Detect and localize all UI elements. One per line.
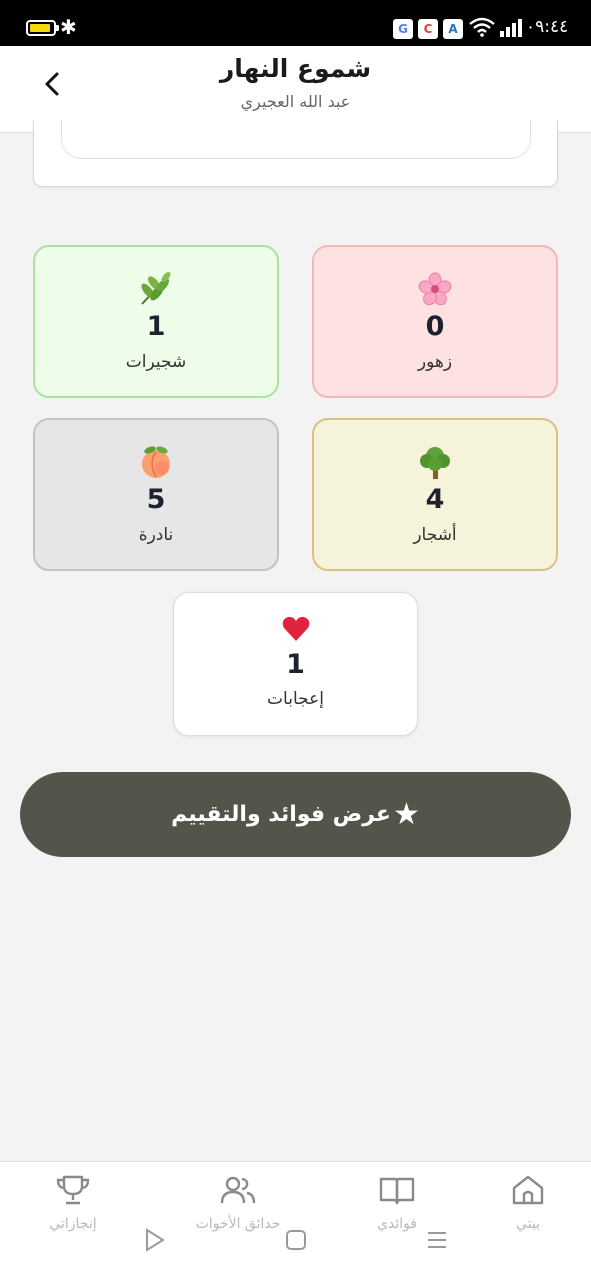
cherry-blossom-icon — [314, 271, 556, 307]
benefits-button-label: عرض فوائد والتقييم — [171, 802, 391, 827]
nav-item-achievements[interactable]: إنجازاتي — [13, 1172, 133, 1232]
peach-icon — [35, 444, 277, 480]
system-back-icon[interactable] — [144, 1228, 166, 1252]
shrubs-label: شجيرات — [125, 352, 187, 372]
nav-label-home: بيتي — [515, 1216, 540, 1232]
trees-label: أشجار — [413, 525, 457, 545]
flowers-label: زهور — [417, 352, 453, 372]
nav-label-sisters-gardens: حدائق الأخوات — [195, 1216, 281, 1232]
system-recent-apps-icon[interactable] — [426, 1228, 448, 1252]
page-subtitle: عبد الله العجيري — [240, 92, 351, 111]
home-icon — [512, 1175, 544, 1205]
chrome-notification-icon: C — [418, 19, 438, 39]
page-title: شموع النهار — [219, 54, 372, 83]
shrubs-count: 1 — [146, 311, 166, 342]
rare-stat-card[interactable]: 5 نادرة — [33, 418, 279, 571]
bluetooth-icon: ✱ — [60, 15, 77, 39]
battery-icon — [26, 20, 59, 36]
herb-icon — [35, 271, 277, 307]
rare-label: نادرة — [138, 525, 174, 545]
app-notification-icon: A — [443, 19, 463, 39]
nav-item-benefits[interactable]: فوائدي — [337, 1172, 457, 1232]
view-benefits-rating-button[interactable]: عرض فوائد والتقييم ★ — [20, 772, 571, 857]
heart-icon — [174, 611, 417, 647]
likes-count: 1 — [286, 649, 305, 680]
tree-icon — [314, 444, 556, 480]
status-time: ٠٩:٤٤ — [526, 17, 569, 37]
shrubs-stat-card[interactable]: 1 شجيرات — [33, 245, 279, 398]
trophy-icon — [56, 1175, 90, 1205]
nav-label-achievements: إنجازاتي — [49, 1216, 97, 1232]
trees-count: 4 — [425, 484, 445, 515]
likes-label: إعجابات — [267, 689, 324, 709]
scrolled-card-inner — [61, 120, 531, 159]
nav-item-sisters-gardens[interactable]: حدائق الأخوات — [178, 1172, 298, 1232]
scrolled-card — [33, 120, 558, 187]
system-home-icon[interactable] — [285, 1228, 307, 1252]
google-notification-icon: G — [393, 19, 413, 39]
flowers-stat-card[interactable]: 0 زهور — [312, 245, 558, 398]
status-bar: ✱ G C A ٠٩:٤٤ — [0, 0, 591, 46]
nav-item-home[interactable]: بيتي — [468, 1172, 588, 1232]
wifi-icon — [469, 17, 495, 37]
signal-icon — [500, 19, 522, 37]
flowers-count: 0 — [425, 311, 445, 342]
users-icon — [220, 1176, 256, 1204]
book-icon — [379, 1177, 415, 1205]
likes-stat-card[interactable]: 1 إعجابات — [173, 592, 418, 736]
bottom-nav: بيتي فوائدي حدائق الأخوات إنجازاتي — [0, 1161, 591, 1280]
trees-stat-card[interactable]: 4 أشجار — [312, 418, 558, 571]
star-icon: ★ — [392, 796, 420, 832]
rare-count: 5 — [146, 484, 166, 515]
